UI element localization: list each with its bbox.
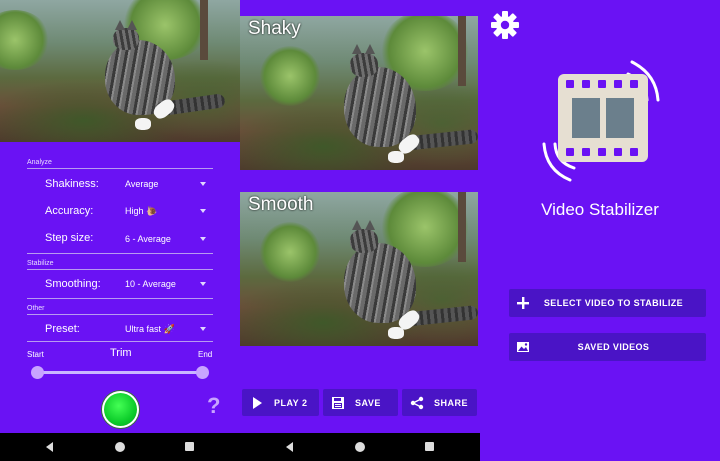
trim-title: Trim	[110, 347, 132, 359]
step-size-label: Step size:	[45, 232, 94, 244]
play-button[interactable]: PLAY 2	[242, 389, 319, 416]
android-nav-bar	[0, 433, 240, 461]
play-button-label: PLAY 2	[274, 397, 308, 408]
select-video-button[interactable]: SELECT VIDEO TO STABILIZE	[509, 289, 706, 317]
chevron-down-icon	[200, 209, 206, 213]
back-icon[interactable]	[46, 442, 53, 452]
home-icon[interactable]	[115, 442, 125, 452]
recents-icon[interactable]	[185, 442, 194, 451]
settings-screen: Analyze Shakiness: Average Accuracy: Hig…	[0, 0, 240, 461]
section-label-stabilize: Stabilize	[27, 260, 54, 267]
shaky-label: Shaky	[248, 18, 301, 39]
chevron-down-icon	[200, 282, 206, 286]
section-divider	[27, 341, 213, 342]
plus-icon	[516, 296, 530, 310]
preset-label: Preset:	[45, 323, 80, 335]
smooth-video-preview[interactable]: Smooth	[240, 192, 478, 346]
image-icon	[516, 340, 530, 354]
home-icon[interactable]	[355, 442, 365, 452]
shaky-video-preview[interactable]: Shaky	[240, 16, 478, 170]
android-nav-bar	[240, 433, 480, 461]
comparison-screen: Shaky Smooth PLAY 2 SAVE SHARE	[240, 0, 480, 461]
app-title: Video Stabilizer	[541, 200, 659, 219]
video-stabilizer-logo	[536, 52, 666, 188]
section-divider	[27, 314, 213, 315]
recents-icon[interactable]	[425, 442, 434, 451]
trim-slider-track[interactable]	[37, 371, 203, 374]
trim-start-handle[interactable]	[31, 366, 44, 379]
select-video-label: SELECT VIDEO TO STABILIZE	[543, 298, 684, 308]
saved-videos-button[interactable]: SAVED VIDEOS	[509, 333, 706, 361]
section-divider	[27, 168, 213, 169]
section-divider	[27, 298, 213, 299]
section-label-other: Other	[27, 305, 45, 312]
saved-videos-label: SAVED VIDEOS	[577, 342, 650, 352]
cat-image	[340, 217, 478, 346]
trim-start-label: Start	[27, 350, 44, 359]
save-button[interactable]: SAVE	[323, 389, 398, 416]
cat-image	[95, 20, 235, 140]
smoothing-label: Smoothing:	[45, 278, 101, 290]
back-icon[interactable]	[286, 442, 293, 452]
video-preview	[0, 0, 240, 142]
share-button[interactable]: SHARE	[402, 389, 477, 416]
smooth-label: Smooth	[248, 194, 314, 215]
step-size-select[interactable]: 6 - Average	[125, 234, 171, 244]
chevron-down-icon	[200, 182, 206, 186]
start-stabilize-button[interactable]	[102, 391, 139, 428]
section-label-analyze: Analyze	[27, 159, 52, 166]
chevron-down-icon	[200, 237, 206, 241]
gear-icon[interactable]	[490, 10, 520, 40]
trim-end-handle[interactable]	[196, 366, 209, 379]
save-button-label: SAVE	[355, 397, 381, 408]
section-divider	[27, 253, 213, 254]
preset-select[interactable]: Ultra fast 🚀	[125, 324, 175, 335]
share-button-label: SHARE	[434, 397, 469, 408]
share-icon	[410, 396, 424, 410]
accuracy-select[interactable]: High 🐌	[125, 206, 157, 217]
cat-image	[340, 41, 478, 170]
section-divider	[27, 269, 213, 270]
home-screen: Video Stabilizer SELECT VIDEO TO STABILI…	[480, 0, 720, 461]
shakiness-select[interactable]: Average	[125, 179, 158, 189]
smoothing-select[interactable]: 10 - Average	[125, 279, 176, 289]
chevron-down-icon	[200, 327, 206, 331]
trim-end-label: End	[198, 350, 213, 359]
save-icon	[331, 396, 345, 410]
help-button[interactable]: ?	[207, 393, 220, 419]
play-icon	[250, 396, 264, 410]
shakiness-label: Shakiness:	[45, 178, 99, 190]
accuracy-label: Accuracy:	[45, 205, 94, 217]
